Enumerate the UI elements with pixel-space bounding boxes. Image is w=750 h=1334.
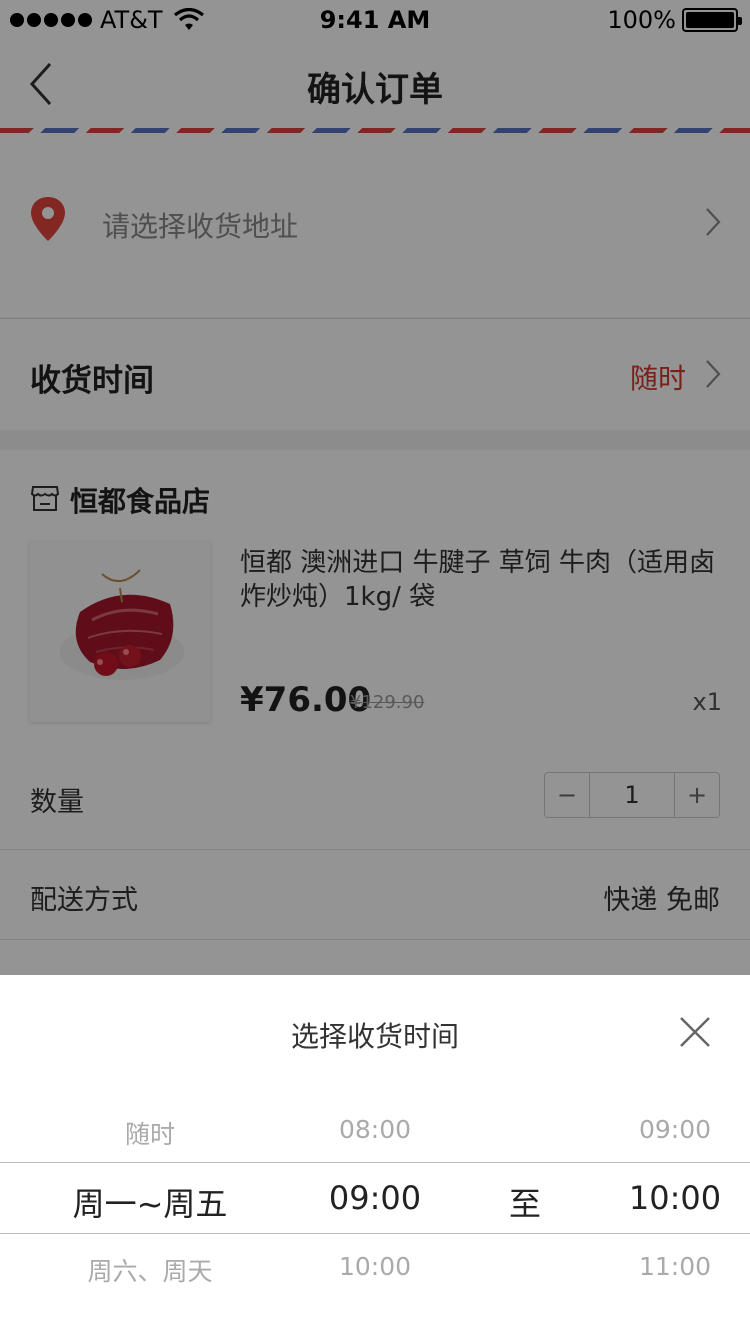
- picker-separator: 至: [508, 1185, 541, 1223]
- picker-day-option[interactable]: 周六、周天: [50, 1252, 250, 1288]
- order-confirm-page: AT&T 9:41 AM 100% 确认订单 请选择收货地址 收货时间 随时 恒…: [0, 0, 750, 1334]
- picker-selection-top: [0, 1162, 750, 1163]
- delivery-time-picker-sheet: 选择收货时间 随时 周一~周五 周六、周天 08:00 09:00 10:00 …: [0, 975, 750, 1334]
- picker-end-option[interactable]: 11:00: [600, 1252, 750, 1281]
- picker-selection-bottom: [0, 1233, 750, 1234]
- picker-day-selected[interactable]: 周一~周五: [50, 1179, 250, 1225]
- close-icon[interactable]: [678, 1015, 712, 1049]
- sheet-title: 选择收货时间: [290, 1020, 459, 1053]
- picker-day-option[interactable]: 随时: [50, 1115, 250, 1151]
- picker-start-option[interactable]: 10:00: [300, 1252, 450, 1281]
- picker-start-option[interactable]: 08:00: [300, 1115, 450, 1144]
- picker-end-option[interactable]: 09:00: [600, 1115, 750, 1144]
- picker-start-selected[interactable]: 09:00: [300, 1179, 450, 1217]
- picker-end-selected[interactable]: 10:00: [600, 1179, 750, 1217]
